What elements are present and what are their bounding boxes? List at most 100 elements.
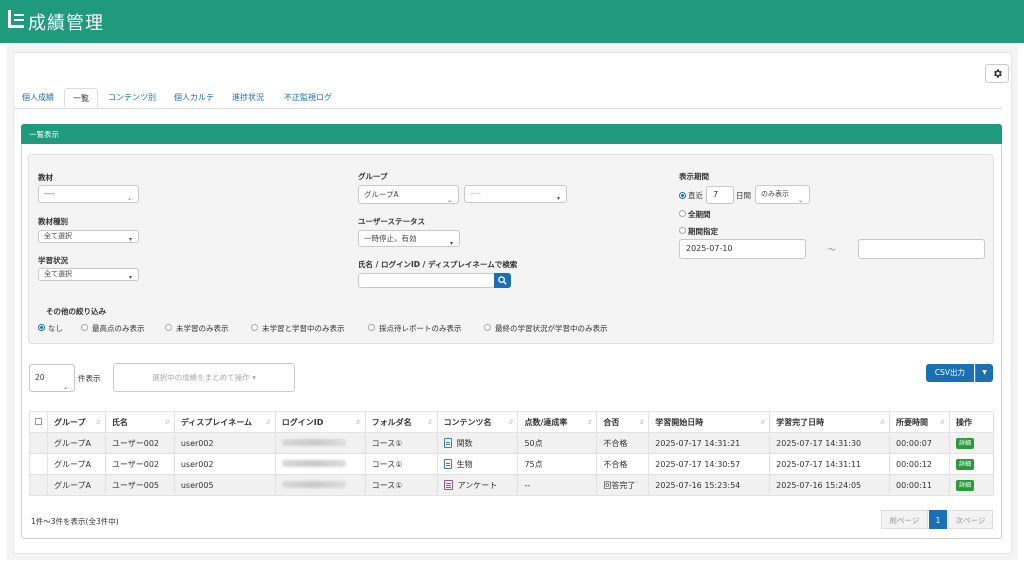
material-type-value: 全て選択 bbox=[44, 232, 72, 240]
period-days-input[interactable]: 7 bbox=[706, 186, 734, 204]
col-result[interactable]: 合否 ⇵ bbox=[596, 411, 650, 433]
next-page-button[interactable]: 次ページ bbox=[948, 510, 993, 529]
other-pending-report-radio[interactable] bbox=[368, 324, 375, 331]
caret-down-icon: ▾ bbox=[128, 273, 132, 281]
tab-list[interactable]: 一覧 bbox=[64, 88, 98, 108]
tab-fraud-log[interactable]: 不正監視ログ bbox=[276, 88, 340, 108]
col-score-label: 点数/達成率 bbox=[524, 417, 568, 427]
cell-group: グループA bbox=[46, 432, 106, 454]
col-duration[interactable]: 所要時間 ⇵ bbox=[889, 411, 950, 433]
cell-folder: コース① bbox=[364, 474, 438, 496]
card-header: 一覧表示 bbox=[21, 124, 1002, 144]
tab-by-content[interactable]: コンテンツ別 bbox=[100, 88, 164, 108]
content-name: アンケート bbox=[457, 480, 498, 490]
csv-export-dropdown[interactable]: ▼ bbox=[975, 364, 993, 382]
study-status-value: 全て選択 bbox=[44, 270, 72, 278]
result-summary: 1件～3件を表示(全3件中) bbox=[31, 517, 119, 526]
select-all-checkbox-cell[interactable] bbox=[29, 411, 48, 433]
user-status-select[interactable]: 一時停止，有効 ▾ bbox=[358, 230, 460, 247]
page-size-select[interactable]: 20 ⌄ bbox=[29, 364, 75, 392]
cell-display-name: user002 bbox=[173, 432, 276, 454]
row-checkbox-cell[interactable] bbox=[29, 453, 48, 475]
search-input[interactable] bbox=[358, 273, 495, 288]
row-checkbox-cell[interactable] bbox=[29, 474, 48, 496]
study-status-label: 学習状況 bbox=[38, 256, 68, 265]
col-start[interactable]: 学習開始日時 ⇵ bbox=[648, 411, 771, 433]
app-header: 成績管理 bbox=[0, 0, 1024, 43]
content-name: 関数 bbox=[456, 438, 473, 448]
bulk-action-select[interactable]: 選択中の成績をまとめて操作 ▾ bbox=[113, 363, 295, 392]
tab-individual-grades[interactable]: 個人成績 bbox=[14, 88, 62, 108]
period-range-radio[interactable] bbox=[679, 227, 686, 234]
period-range-label: 期間指定 bbox=[688, 227, 718, 236]
file-icon bbox=[443, 458, 452, 469]
detail-button[interactable]: 詳細 bbox=[955, 479, 974, 491]
settings-button[interactable] bbox=[985, 64, 1009, 83]
col-display-name[interactable]: ディスプレイネーム ⇵ bbox=[173, 411, 276, 433]
other-unlearned-label: 未学習のみ表示 bbox=[176, 324, 229, 333]
page-1-button[interactable]: 1 bbox=[929, 510, 947, 529]
caret-down-icon: ▼ bbox=[982, 369, 987, 376]
row-checkbox-cell[interactable] bbox=[29, 432, 48, 454]
search-button[interactable] bbox=[494, 273, 511, 288]
sort-icon: ⇵ bbox=[265, 419, 271, 426]
other-last-inprogress-radio[interactable] bbox=[484, 324, 491, 331]
sort-icon: ⇵ bbox=[760, 419, 766, 426]
other-none-radio[interactable] bbox=[38, 324, 45, 331]
material-type-select[interactable]: 全て選択 ▾ bbox=[38, 230, 139, 243]
date-to-input[interactable] bbox=[858, 239, 985, 259]
caret-down-icon: ▾ bbox=[449, 239, 453, 247]
cell-result: 回答完了 bbox=[596, 474, 650, 496]
tab-personal-chart[interactable]: 個人カルテ bbox=[166, 88, 222, 108]
csv-export-button[interactable]: CSV出力 bbox=[926, 364, 974, 382]
cell-end: 2025-07-17 14:31:30 bbox=[769, 432, 891, 454]
study-status-select[interactable]: 全て選択 ▾ bbox=[38, 268, 139, 281]
date-from-input[interactable]: 2025-07-10 bbox=[679, 239, 806, 259]
period-recent-radio[interactable] bbox=[679, 192, 686, 199]
tab-bar: 個人成績 一覧 コンテンツ別 個人カルテ 進捗状況 不正監視ログ bbox=[14, 88, 1004, 108]
period-label: 表示期間 bbox=[679, 172, 709, 181]
other-last-inprogress-label: 最終の学習状況が学習中のみ表示 bbox=[495, 324, 608, 333]
redacted-login-id bbox=[281, 459, 346, 467]
search-label: 氏名 / ログインID / ディスプレイネームで検索 bbox=[358, 260, 518, 269]
group-sub-select[interactable]: ---- ▾ bbox=[464, 185, 567, 203]
period-all-radio[interactable] bbox=[679, 210, 686, 217]
cell-name: ユーザー002 bbox=[104, 453, 175, 475]
detail-button[interactable]: 詳細 bbox=[955, 437, 974, 449]
cell-display-name: user002 bbox=[173, 453, 276, 475]
col-name[interactable]: 氏名 ⇵ bbox=[104, 411, 175, 433]
col-group[interactable]: グループ ⇵ bbox=[46, 411, 106, 433]
other-unlearned-radio[interactable] bbox=[165, 324, 172, 331]
group-select[interactable]: グループA ⌄ bbox=[358, 185, 459, 204]
col-content[interactable]: コンテンツ名 ⇵ bbox=[436, 411, 519, 433]
other-highest-radio[interactable] bbox=[81, 324, 88, 331]
cell-end: 2025-07-16 15:24:05 bbox=[769, 474, 891, 496]
table-row[interactable]: グループA ユーザー005 user005 コース① アンケート -- 回答完了… bbox=[29, 474, 995, 496]
period-mode-select[interactable]: のみ表示 ⌄ bbox=[755, 185, 810, 204]
col-folder[interactable]: フォルダ名 ⇵ bbox=[364, 411, 438, 433]
cell-result: 不合格 bbox=[596, 432, 650, 454]
table-row[interactable]: グループA ユーザー002 user002 コース① 関数 50点 不合格 20… bbox=[29, 432, 995, 454]
col-score[interactable]: 点数/達成率 ⇵ bbox=[517, 411, 598, 433]
col-end[interactable]: 学習完了日時 ⇵ bbox=[769, 411, 891, 433]
select-all-checkbox[interactable] bbox=[35, 417, 42, 425]
material-select[interactable]: ---- ⌄ bbox=[38, 185, 139, 203]
col-login-id[interactable]: ログインID ⇵ bbox=[274, 411, 366, 433]
table-row[interactable]: グループA ユーザー002 user002 コース① 生物 75点 不合格 20… bbox=[29, 453, 995, 475]
sort-icon: ⇵ bbox=[639, 419, 645, 426]
logo-icon bbox=[8, 10, 24, 28]
detail-button[interactable]: 詳細 bbox=[955, 458, 974, 470]
cell-end: 2025-07-17 14:31:11 bbox=[769, 453, 891, 475]
cell-start: 2025-07-17 14:31:21 bbox=[648, 432, 771, 454]
sort-icon: ⇵ bbox=[355, 419, 361, 426]
caret-down-icon: ▾ bbox=[252, 373, 256, 382]
other-unlearned-inprogress-radio[interactable] bbox=[251, 324, 258, 331]
sort-icon: ⇵ bbox=[587, 419, 593, 426]
tab-progress[interactable]: 進捗状況 bbox=[224, 88, 272, 108]
group-label: グループ bbox=[358, 172, 388, 181]
sort-icon: ⇵ bbox=[939, 419, 945, 426]
prev-page-button[interactable]: 前ページ bbox=[881, 510, 928, 529]
cell-duration: 00:00:12 bbox=[889, 453, 950, 475]
other-highest-label: 最高点のみ表示 bbox=[92, 324, 145, 333]
chevron-down-icon: ⌄ bbox=[126, 195, 132, 202]
